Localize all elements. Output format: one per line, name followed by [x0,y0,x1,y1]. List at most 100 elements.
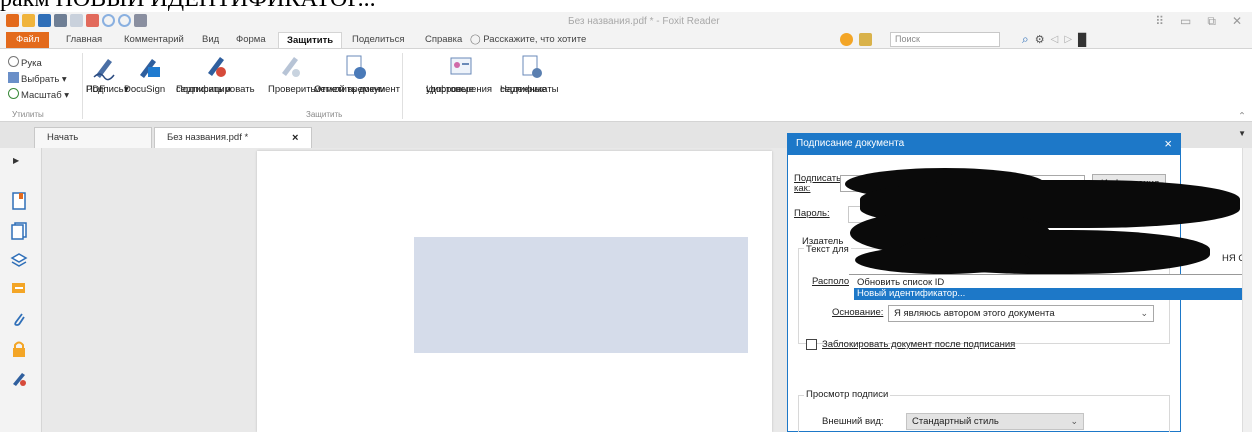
redo-icon[interactable] [118,14,131,27]
pen-sign-icon [93,59,115,81]
menu-home[interactable]: Главная [66,34,102,45]
hand-tool-label: Рука [21,58,42,69]
menu-comment[interactable]: Комментарий [124,34,184,45]
ribbon-protect: Рука Выбрать ▾ Масштаб ▾ Утилиты Подпись… [0,48,1252,122]
zoom-icon [8,88,19,99]
digital-ids-button[interactable]: Цифровые удостоверения [426,53,496,95]
comments-icon[interactable] [10,280,28,298]
text-for-label: Текст для [804,244,851,255]
search-icon[interactable]: ⌕ [1022,32,1029,47]
timestamp-button[interactable]: Отметить документ меткой времени [314,53,400,95]
reason-select[interactable]: Я являюсь автором этого документа ⌄ [888,305,1154,322]
print-icon[interactable] [54,14,67,27]
sign-pdf-button[interactable]: Подпись PDF [86,53,124,95]
password-label: Пароль: [794,208,830,219]
select-tool[interactable]: Выбрать ▾ [8,72,67,85]
collapse-ribbon-icon[interactable]: ⌃ [1238,111,1246,122]
trusted-certs-button[interactable]: Надежные сертификаты [500,53,562,95]
attachments-icon[interactable] [10,310,28,328]
search-input[interactable]: Поиск [890,32,1000,47]
ribbon-separator [82,53,83,119]
minimize-icon[interactable]: ▭ [1180,14,1191,29]
navigation-sidebar: ▶ [0,148,42,432]
docusign-dropdown-arrow[interactable]: ▾ [124,84,129,95]
expand-panel-icon[interactable]: ▶ [13,156,19,165]
bookmarks-icon[interactable] [10,192,28,210]
appearance-label: Внешний вид: [822,416,884,427]
verify-icon [282,57,300,77]
scan-icon[interactable] [70,14,83,27]
restore-icon[interactable]: ⧉ [1207,14,1216,29]
tab-document[interactable]: Без названия.pdf * [154,127,312,148]
dropdown-item-new-id[interactable]: Новый идентификатор... [854,288,1250,300]
lock-document-checkbox[interactable] [806,339,817,350]
undo-icon[interactable] [102,14,115,27]
layers-icon[interactable] [10,250,28,268]
appearance-value: Стандартный стиль [912,416,999,427]
tab-close-icon[interactable]: × [292,132,298,144]
tab-start-label: Начать [47,132,79,143]
lock-document-label: Заблокировать документ после подписания [822,339,1015,350]
lightbulb-icon: ◯ [470,34,481,45]
back-icon[interactable]: ◁ [1051,34,1059,45]
forward-icon[interactable]: ▷ [1064,34,1072,45]
timestamp-label-2: меткой времени [314,84,386,95]
title-bar: Без названия.pdf * - Foxit Reader ⠿ ▭ ⧉ … [0,12,1252,32]
menu-protect[interactable]: Защитить [278,32,343,49]
appearance-select[interactable]: Стандартный стиль ⌄ [906,413,1084,430]
close-window-icon[interactable]: ✕ [1232,14,1242,29]
screenshot-caption: ракм НОВЫЙ ИДЕНТИФИКАТОР... [0,0,520,12]
menu-help[interactable]: Справка [425,34,462,45]
trusted-cert-icon [522,55,542,78]
security-lock-icon[interactable] [10,340,28,358]
menu-form[interactable]: Форма [236,34,266,45]
tab-list-arrow-icon[interactable]: ▼ [1238,129,1246,138]
menu-file[interactable]: Файл [6,32,50,48]
dialog-close-icon[interactable]: × [1164,136,1172,151]
sign-certify-button[interactable]: Подписать и сертифицировать [176,53,256,95]
tell-me[interactable]: ◯ Расскажите, что хотите [470,34,586,45]
document-view[interactable] [42,148,787,432]
menu-share[interactable]: Поделиться [352,34,404,45]
dialog-title: Подписание документа [796,138,905,149]
utilities-group-label: Утилиты [12,110,44,119]
sign-quick-icon[interactable] [134,14,147,27]
pages-icon[interactable] [10,222,28,240]
select-text-icon [8,72,19,83]
dialog-title-bar: Подписание документа × [788,134,1180,155]
verify-button[interactable]: Проверить [268,53,316,95]
tell-me-text: Расскажите, что хотите [483,34,587,45]
tab-start[interactable]: Начать [34,127,152,148]
folder-cloud-icon[interactable] [859,33,872,46]
hand-icon [8,56,19,67]
preview-group-label: Просмотр подписи [804,389,891,400]
sign-certify-label-2: сертифицировать [176,84,255,95]
menu-bar: Файл Главная Комментарий Вид Форма Защит… [0,32,1252,49]
tab-document-label: Без названия.pdf * [167,132,249,143]
docusign-button[interactable]: DocuSign ▾ [124,53,172,95]
verify-label: Проверить [268,84,316,95]
open-folder-icon[interactable] [22,14,35,27]
vertical-scrollbar[interactable] [1242,148,1252,432]
hand-tool[interactable]: Рука [8,56,42,69]
status-icons [840,32,872,46]
certify-icon [208,57,226,77]
signatures-panel-icon[interactable] [10,370,28,388]
signature-placement-box[interactable] [414,237,748,353]
save-icon[interactable] [38,14,51,27]
quick-access-toolbar [6,14,147,27]
chevron-down-icon: ⌄ [1070,416,1078,426]
ribbon-layout-icon[interactable]: ⠿ [1155,14,1164,29]
sign-as-label-2: как: [794,183,811,194]
menu-view[interactable]: Вид [202,34,219,45]
zoom-tool[interactable]: Масштаб ▾ [8,88,69,101]
pdf-page[interactable] [257,151,772,432]
protect-group-label: Защитить [306,110,343,119]
bookmark-icon[interactable]: ▉ [1078,33,1087,47]
sun-icon[interactable] [840,33,853,46]
zoom-tool-label: Масштаб [21,90,62,101]
new-icon[interactable] [86,14,99,27]
window-title: Без названия.pdf * - Foxit Reader [568,16,720,27]
settings-icon[interactable]: ⚙ [1035,33,1045,46]
reason-label: Основание: [832,307,884,318]
